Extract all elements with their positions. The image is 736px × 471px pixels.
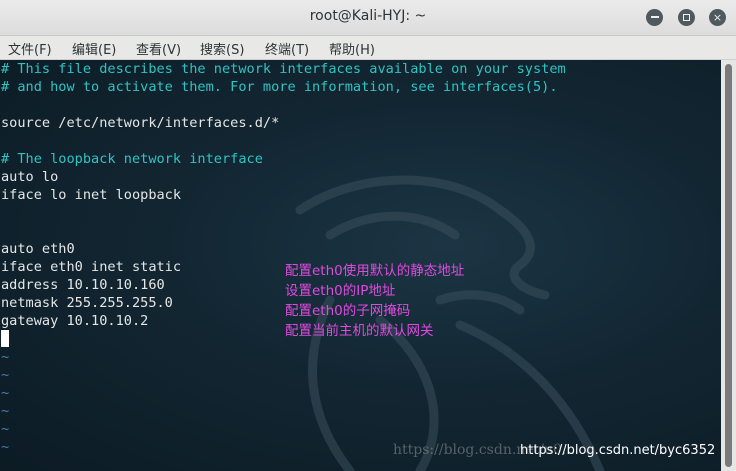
terminal-line: gateway 10.10.10.2 <box>1 313 149 329</box>
annotation-static-address: 配置eth0使用默认的静态地址 <box>285 263 465 279</box>
empty-line-marker: ~ <box>1 385 10 401</box>
text-cursor <box>1 330 9 347</box>
terminal-line: iface eth0 inet static <box>1 259 182 275</box>
terminal-line: source /etc/network/interfaces.d/* <box>1 115 280 131</box>
close-icon: × <box>712 11 723 24</box>
empty-line-marker: ~ <box>1 367 10 383</box>
close-button[interactable]: × <box>709 9 726 26</box>
empty-line-marker: ~ <box>1 421 10 437</box>
menu-search[interactable]: 搜索(S) <box>200 39 244 58</box>
menu-terminal[interactable]: 终端(T) <box>265 39 309 58</box>
terminal-line: # and how to activate them. For more inf… <box>1 79 558 95</box>
terminal-line: netmask 255.255.255.0 <box>1 295 173 311</box>
scrollbar-thumb[interactable] <box>725 64 732 467</box>
empty-line-marker: ~ <box>1 403 10 419</box>
vertical-scrollbar[interactable] <box>721 60 736 471</box>
annotation-ip-address: 设置eth0的IP地址 <box>285 283 396 299</box>
terminal-line: iface lo inet loopback <box>1 187 182 203</box>
title-bar[interactable]: root@Kali-HYJ: ~ × <box>0 0 736 36</box>
terminal-area[interactable]: # This file describes the network interf… <box>0 60 721 471</box>
menu-edit[interactable]: 编辑(E) <box>72 39 116 58</box>
watermark-overlay-text: https://blog.csdn.net/byc6352 <box>520 443 716 458</box>
menu-bar: 文件(F) 编辑(E) 查看(V) 搜索(S) 终端(T) 帮助(H) <box>0 36 736 60</box>
empty-line-marker: ~ <box>1 439 10 455</box>
menu-file[interactable]: 文件(F) <box>8 39 52 58</box>
terminal-line: auto lo <box>1 169 59 185</box>
terminal-line: auto eth0 <box>1 241 75 257</box>
menu-view[interactable]: 查看(V) <box>136 39 181 58</box>
window-title: root@Kali-HYJ: ~ <box>309 8 427 24</box>
minimize-button[interactable] <box>646 9 663 26</box>
menu-help[interactable]: 帮助(H) <box>329 39 375 58</box>
maximize-icon <box>683 14 690 21</box>
terminal-line: # The loopback network interface <box>1 151 263 167</box>
annotation-netmask: 配置eth0的子网掩码 <box>285 303 411 319</box>
terminal-line: # This file describes the network interf… <box>1 61 566 77</box>
terminal-line: address 10.10.10.160 <box>1 277 165 293</box>
empty-line-marker: ~ <box>1 349 10 365</box>
annotation-gateway: 配置当前主机的默认网关 <box>285 323 434 339</box>
terminal-window: root@Kali-HYJ: ~ × 文件(F) 编辑(E) 查看(V) 搜索(… <box>0 0 736 471</box>
minimize-icon <box>650 16 659 18</box>
maximize-button[interactable] <box>678 9 695 26</box>
